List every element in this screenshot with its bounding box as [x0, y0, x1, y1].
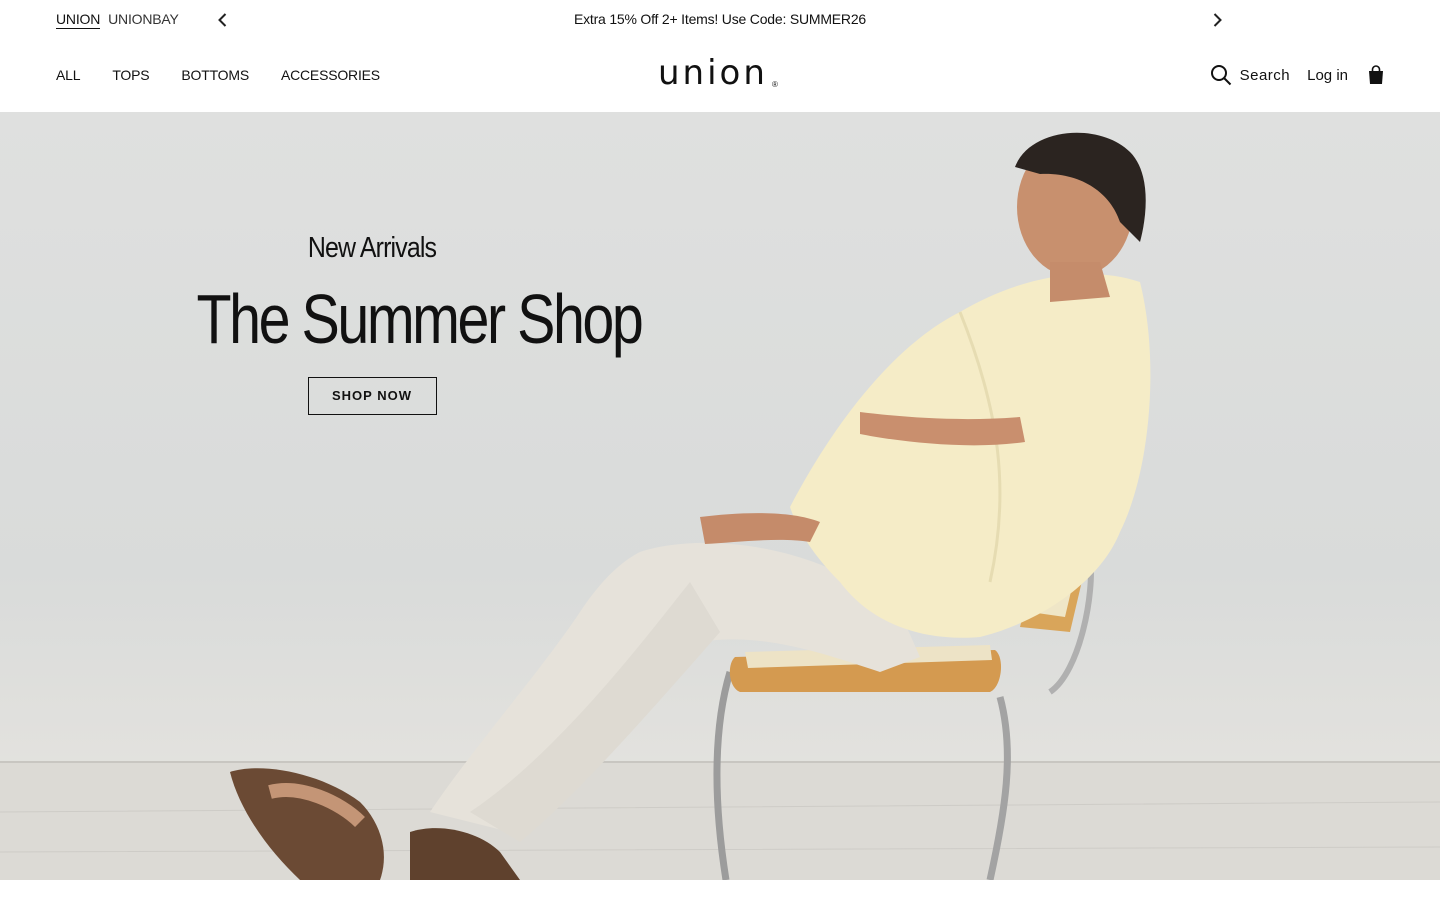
- hero-eyebrow: New Arrivals: [307, 232, 437, 264]
- hero-image: [0, 132, 1440, 880]
- hero-title: The Summer Shop: [196, 280, 644, 358]
- shop-now-button[interactable]: SHOP NOW: [307, 377, 437, 415]
- nav-item-tops[interactable]: TOPS: [112, 67, 149, 83]
- page-content-below: [0, 880, 1440, 900]
- search-icon: [1210, 65, 1231, 86]
- cart-button[interactable]: [1368, 65, 1384, 85]
- search-button[interactable]: Search: [1210, 64, 1308, 86]
- hero-copy: New Arrivals The Summer Shop SHOP NOW: [158, 232, 644, 415]
- site-header: ALL TOPS BOTTOMS ACCESSORIES union ® Sea…: [0, 40, 1440, 112]
- chevron-right-icon[interactable]: [1208, 11, 1226, 29]
- search-label: Search: [1239, 66, 1291, 84]
- nav-item-bottoms[interactable]: BOTTOMS: [181, 67, 249, 83]
- site-logo[interactable]: union: [658, 53, 768, 93]
- announcement-bar: UNION UNIONBAY Extra 15% Off 2+ Items! U…: [0, 0, 1440, 40]
- main-nav: ALL TOPS BOTTOMS ACCESSORIES: [56, 67, 380, 83]
- hero-banner[interactable]: New Arrivals The Summer Shop SHOP NOW: [0, 112, 1440, 880]
- nav-item-all[interactable]: ALL: [56, 67, 81, 83]
- nav-item-accessories[interactable]: ACCESSORIES: [281, 67, 380, 83]
- shopping-bag-icon: [1369, 65, 1383, 84]
- login-link[interactable]: Log in: [1307, 67, 1348, 84]
- header-actions: Search Log in: [1210, 64, 1384, 86]
- registered-mark: ®: [772, 80, 778, 89]
